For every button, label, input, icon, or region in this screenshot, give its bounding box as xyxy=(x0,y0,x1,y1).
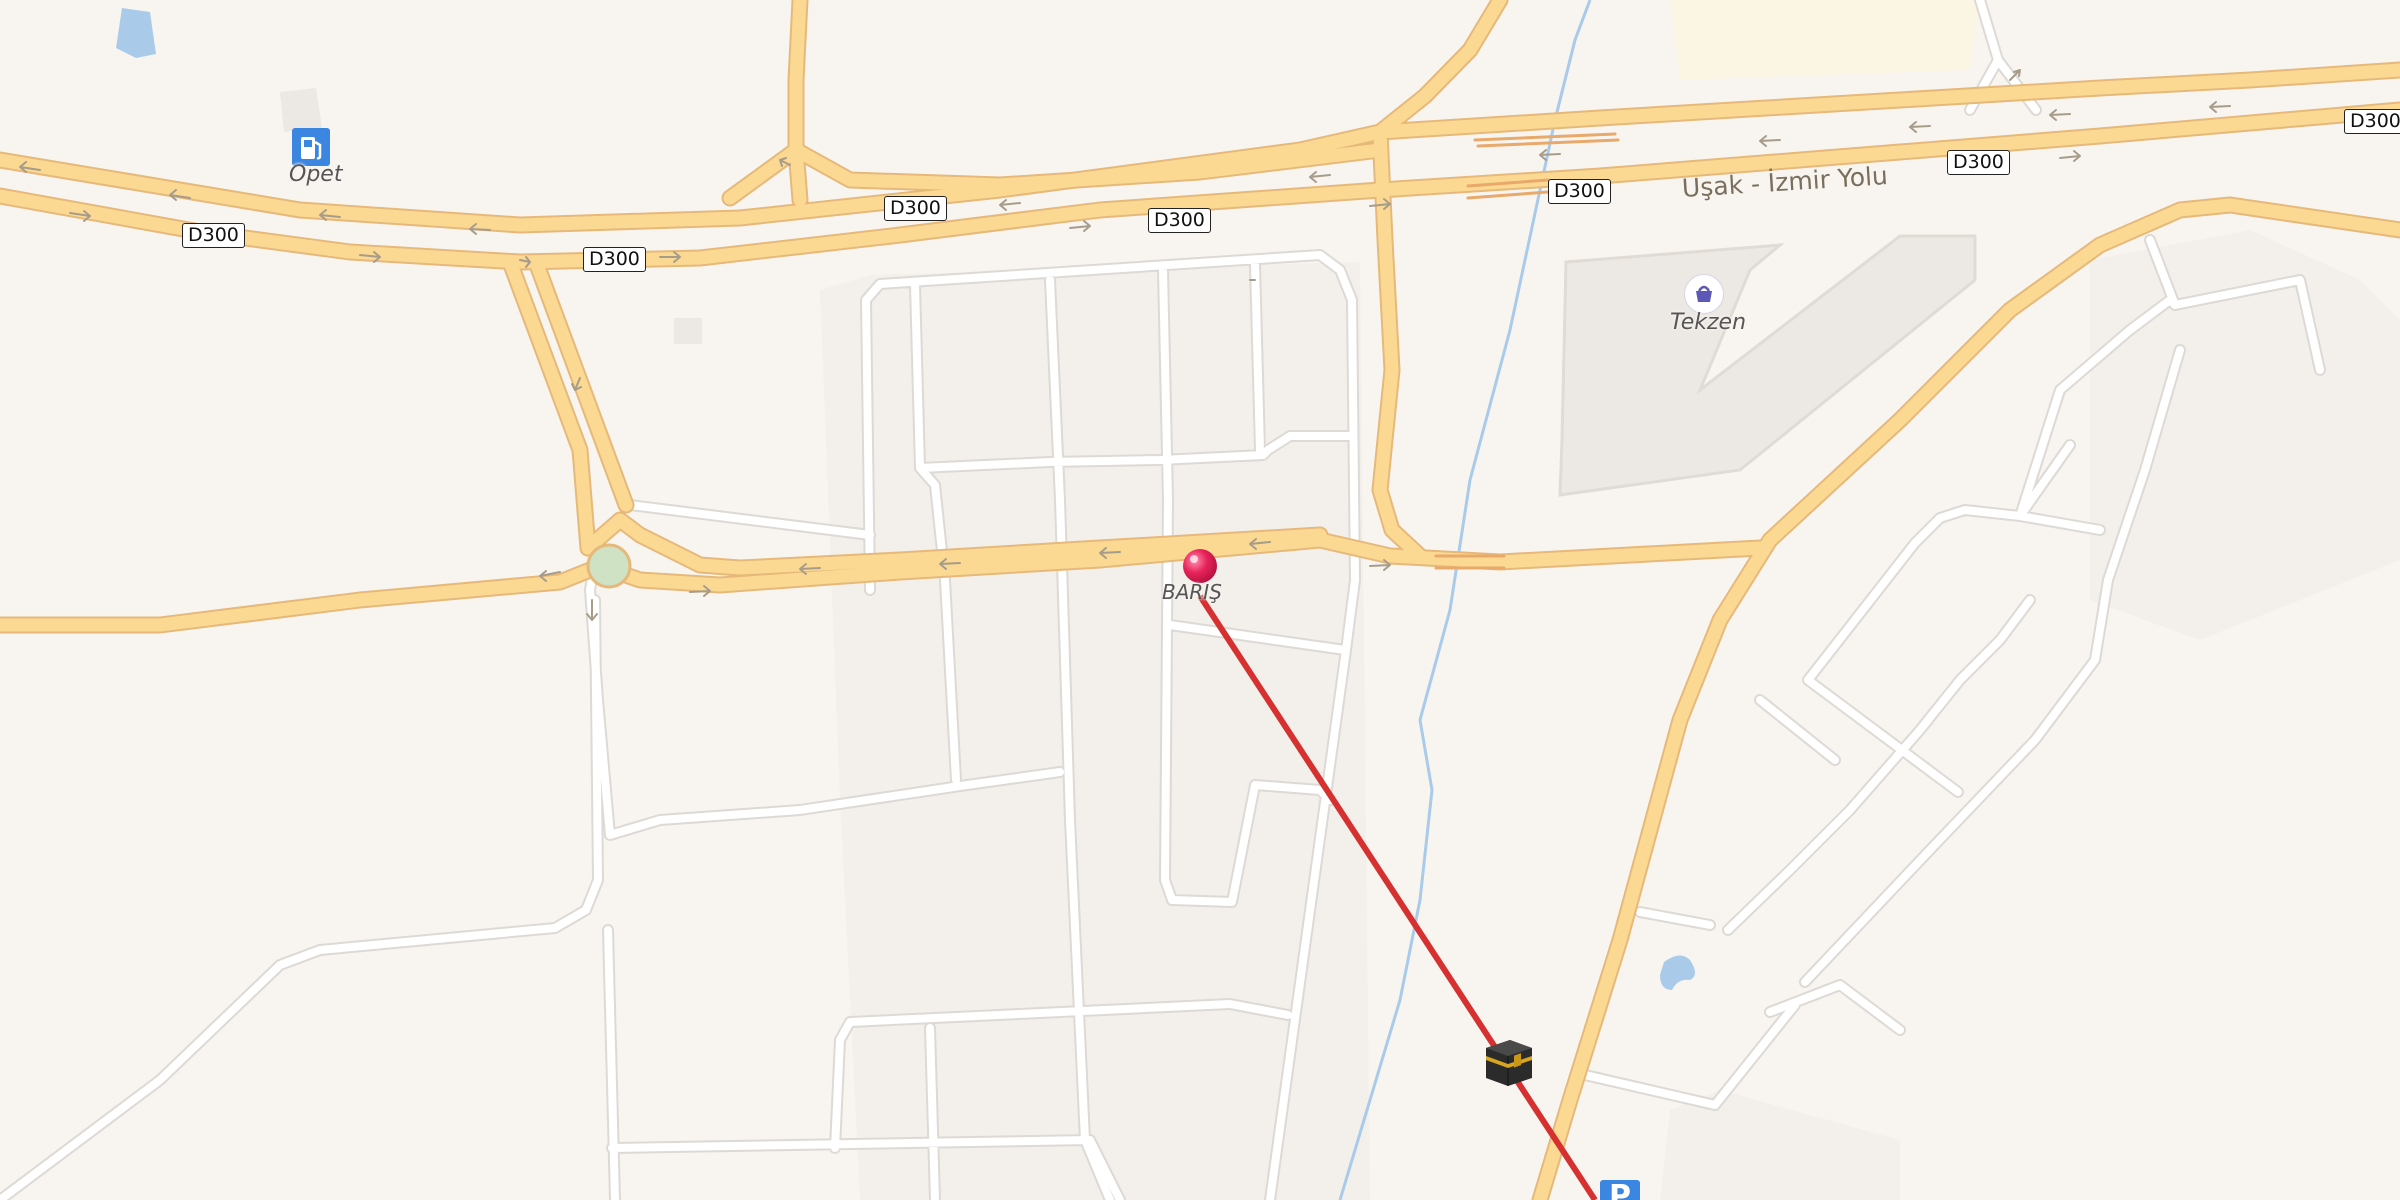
shop-poi[interactable] xyxy=(1684,274,1724,314)
parking-icon: P xyxy=(1609,1179,1631,1200)
parking-poi[interactable]: P xyxy=(1600,1180,1640,1200)
kaaba-icon xyxy=(1486,1040,1532,1086)
road-shield-d300: D300 xyxy=(1548,179,1611,204)
fuel-station-label: Opet xyxy=(289,162,343,187)
map-view[interactable]: D300 D300 D300 D300 D300 D300 D300 Uşak … xyxy=(0,0,2400,1200)
fuel-station-poi[interactable] xyxy=(292,128,330,166)
road-shield-d300: D300 xyxy=(1947,150,2010,175)
fuel-pump-icon xyxy=(301,137,322,160)
road-shield-d300: D300 xyxy=(1148,208,1211,233)
road-shield-d300: D300 xyxy=(884,196,947,221)
road-shield-d300: D300 xyxy=(2344,109,2400,134)
shopping-basket-icon xyxy=(1696,285,1712,302)
road-shield-d300: D300 xyxy=(182,223,245,248)
shop-label: Tekzen xyxy=(1670,310,1747,335)
road-shield-d300: D300 xyxy=(583,247,646,272)
kaaba-marker[interactable] xyxy=(1480,1034,1536,1090)
marker-label: BARIŞ xyxy=(1162,580,1222,604)
